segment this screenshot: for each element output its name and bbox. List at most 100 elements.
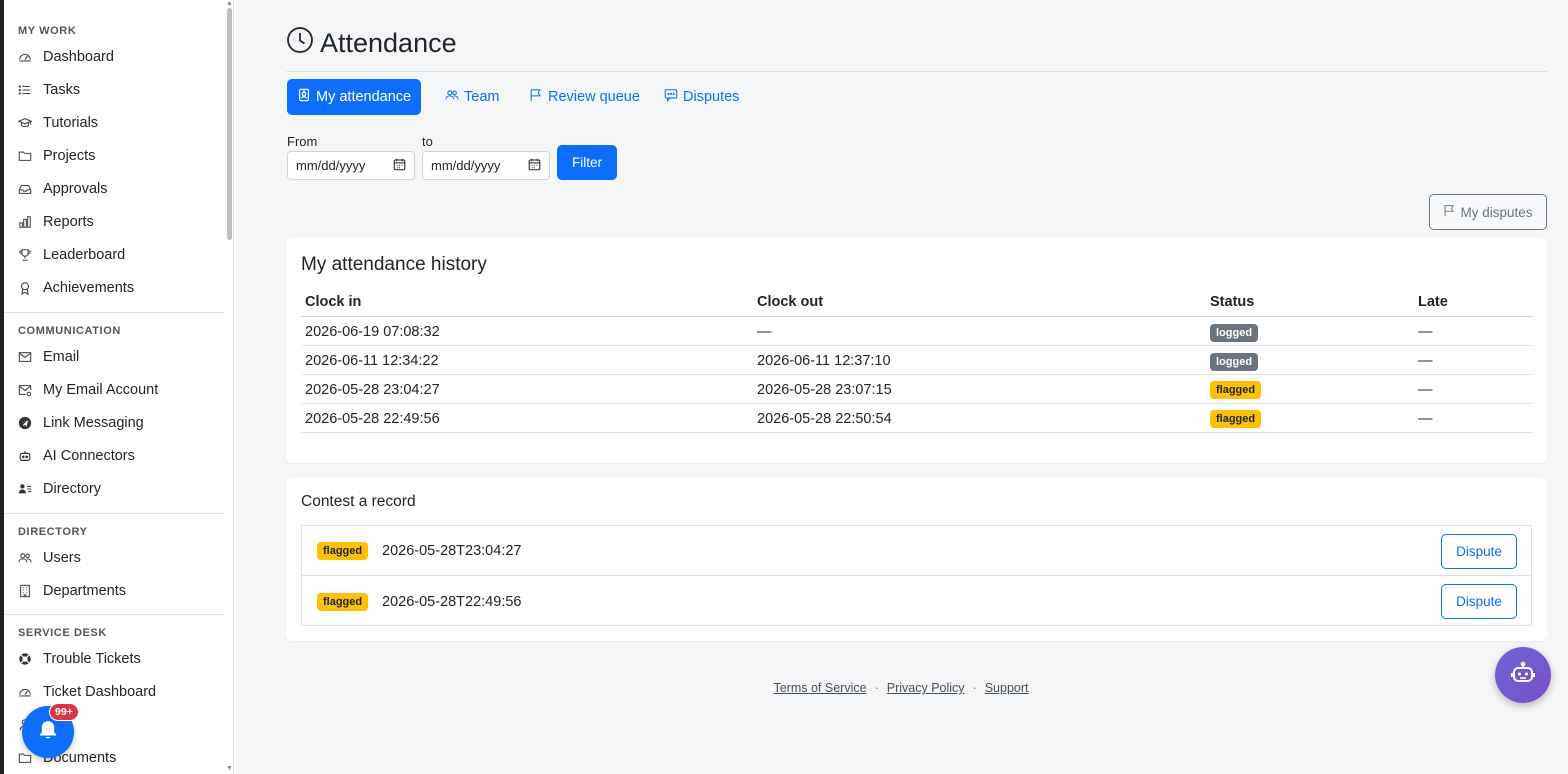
sidebar-item-label: Projects (43, 148, 96, 164)
footer-separator: · (972, 681, 977, 695)
envelope-icon (18, 350, 32, 364)
support-link[interactable]: Support (985, 681, 1029, 695)
table-cell-clock-in: 2026-05-28 22:49:56 (305, 411, 440, 427)
sidebar-item-email[interactable]: Email (18, 345, 218, 369)
sidebar-item-directory[interactable]: Directory (18, 477, 218, 501)
sidebar-item-dashboard[interactable]: Dashboard (18, 45, 218, 69)
sidebar-item-approvals[interactable]: Approvals (18, 177, 218, 201)
column-header-status: Status (1210, 294, 1255, 310)
trophy-icon (18, 248, 32, 262)
sidebar-item-projects[interactable]: Projects (18, 144, 218, 168)
from-label: From (287, 134, 318, 149)
bell-icon (37, 719, 59, 746)
folder-icon (18, 149, 32, 163)
clock-icon (286, 26, 320, 61)
bar-chart-icon (18, 215, 32, 229)
column-header-late: Late (1418, 294, 1448, 310)
page-title-text: Attendance (320, 28, 457, 58)
table-cell-late: — (1418, 353, 1433, 369)
flag-icon (1443, 204, 1460, 220)
sidebar-item-trouble-tickets[interactable]: Trouble Tickets (18, 647, 218, 671)
mortarboard-icon (18, 116, 32, 130)
title-divider (286, 71, 1548, 72)
sidebar-item-reports[interactable]: Reports (18, 210, 218, 234)
status-badge: logged (1210, 353, 1259, 371)
table-row-divider (301, 432, 1533, 433)
table-row-divider (301, 403, 1533, 404)
sidebar-item-achievements[interactable]: Achievements (18, 276, 218, 300)
dispute-button[interactable]: Dispute (1441, 584, 1517, 619)
from-date-placeholder: mm/dd/yyyy (296, 158, 366, 173)
privacy-policy-link[interactable]: Privacy Policy (887, 681, 965, 695)
table-cell-clock-out: 2026-05-28 22:50:54 (757, 411, 892, 427)
footer: Terms of Service · Privacy Policy · Supp… (0, 681, 1568, 695)
section-label-my-work: MY WORK (18, 25, 77, 37)
to-date-placeholder: mm/dd/yyyy (431, 158, 501, 173)
filter-button[interactable]: Filter (557, 145, 617, 180)
to-label: to (422, 134, 433, 149)
sidebar-edge (0, 0, 4, 774)
to-date-input[interactable]: mm/dd/yyyy (422, 151, 550, 180)
section-label-service-desk: SERVICE DESK (18, 627, 107, 639)
sidebar-item-label: Departments (43, 583, 127, 599)
building-icon (18, 584, 32, 598)
contest-record-title: Contest a record (301, 493, 416, 510)
sidebar-divider (4, 312, 224, 313)
sidebar-divider (4, 614, 224, 615)
sidebar: MY WORK Dashboard Tasks Tutorials Projec… (0, 0, 234, 774)
table-cell-clock-in: 2026-06-11 12:34:22 (305, 353, 439, 369)
sidebar-item-label: AI Connectors (43, 448, 135, 464)
sidebar-item-users[interactable]: Users (18, 546, 218, 570)
sidebar-item-label: Tutorials (43, 115, 99, 131)
sidebar-item-link-messaging[interactable]: Link Messaging (18, 411, 218, 435)
sidebar-item-label: Trouble Tickets (43, 651, 141, 667)
sidebar-item-tasks[interactable]: Tasks (18, 78, 218, 102)
chat-dots-icon (664, 88, 683, 106)
sidebar-divider (4, 513, 224, 514)
footer-separator: · (874, 681, 879, 695)
dispute-button[interactable]: Dispute (1441, 534, 1517, 569)
sidebar-item-ai-connectors[interactable]: AI Connectors (18, 444, 218, 468)
terms-of-service-link[interactable]: Terms of Service (773, 681, 866, 695)
envelope-gear-icon (18, 383, 32, 397)
table-cell-clock-in: 2026-06-19 07:08:32 (305, 324, 440, 340)
sidebar-item-label: Tasks (43, 82, 81, 98)
scroll-up-arrow-icon[interactable]: ▲ (226, 0, 233, 7)
sidebar-item-label: My Email Account (43, 382, 159, 398)
tab-label: Review queue (548, 89, 640, 105)
sidebar-item-label: Directory (43, 481, 102, 497)
person-badge-icon (297, 88, 316, 106)
list-icon (18, 83, 32, 97)
tab-label: Disputes (683, 89, 740, 105)
calendar-icon[interactable] (393, 158, 406, 174)
robot-icon (1510, 660, 1536, 691)
table-cell-clock-in: 2026-05-28 23:04:27 (305, 382, 440, 398)
status-badge: flagged (1210, 381, 1262, 399)
scroll-down-arrow-icon[interactable]: ▼ (226, 765, 233, 772)
status-badge: logged (1210, 324, 1259, 342)
my-disputes-button[interactable]: My disputes (1429, 194, 1547, 230)
gauge-icon (18, 50, 32, 64)
tab-my-attendance[interactable]: My attendance (287, 79, 422, 115)
table-cell-clock-out: — (757, 324, 772, 340)
people-icon (18, 551, 32, 565)
ai-assistant-button[interactable] (1495, 647, 1551, 703)
sidebar-item-my-email-account[interactable]: My Email Account (18, 378, 218, 402)
sidebar-item-leaderboard[interactable]: Leaderboard (18, 243, 218, 267)
tab-disputes[interactable]: Disputes (654, 79, 749, 115)
status-badge: flagged (1210, 410, 1262, 428)
sidebar-item-label: Email (43, 349, 80, 365)
person-lines-icon (18, 482, 32, 496)
robot-icon (18, 449, 32, 463)
from-date-input[interactable]: mm/dd/yyyy (287, 151, 415, 180)
sidebar-item-departments[interactable]: Departments (18, 579, 218, 603)
sidebar-item-tutorials[interactable]: Tutorials (18, 111, 218, 135)
calendar-icon[interactable] (528, 158, 541, 174)
tab-team[interactable]: Team (435, 79, 509, 115)
sidebar-item-label: Achievements (43, 280, 135, 296)
people-icon (445, 88, 464, 106)
tab-review-queue[interactable]: Review queue (519, 79, 650, 115)
tab-label: My attendance (316, 89, 412, 105)
sidebar-item-label: Leaderboard (43, 247, 126, 263)
sidebar-scrollbar-thumb[interactable] (227, 8, 232, 240)
